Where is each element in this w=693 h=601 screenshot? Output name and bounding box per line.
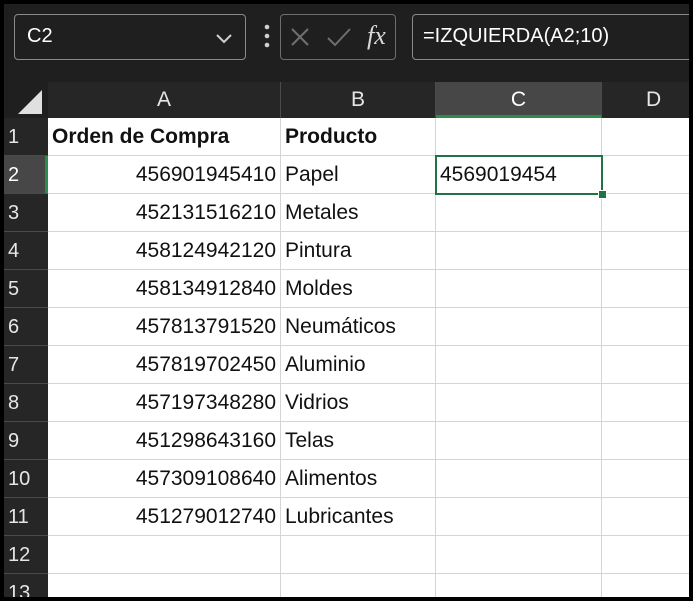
cell-a3[interactable]: 452131516210 — [48, 194, 281, 232]
cell-a10[interactable]: 457309108640 — [48, 460, 281, 498]
row-header-12[interactable]: 12 — [4, 536, 48, 574]
cell-a8[interactable]: 457197348280 — [48, 384, 281, 422]
chevron-down-icon[interactable] — [211, 25, 237, 51]
cell-d1[interactable] — [602, 118, 689, 156]
cell-b13[interactable] — [281, 574, 436, 597]
row-header-7[interactable]: 7 — [4, 346, 48, 384]
cell-b6[interactable]: Neumáticos — [281, 308, 436, 346]
cell-d3[interactable] — [602, 194, 689, 232]
cell-c12[interactable] — [436, 536, 602, 574]
row-header-1[interactable]: 1 — [4, 118, 48, 156]
cell-a6[interactable]: 457813791520 — [48, 308, 281, 346]
cell-b5[interactable]: Moldes — [281, 270, 436, 308]
cell-b8[interactable]: Vidrios — [281, 384, 436, 422]
column-header-c[interactable]: C — [436, 82, 602, 118]
cell-a1[interactable]: Orden de Compra — [48, 118, 281, 156]
column-headers: A B C D — [48, 82, 689, 118]
name-box[interactable]: C2 — [14, 14, 246, 60]
cell-d9[interactable] — [602, 422, 689, 460]
column-header-b[interactable]: B — [281, 82, 436, 118]
cell-d4[interactable] — [602, 232, 689, 270]
row-header-11[interactable]: 11 — [4, 498, 48, 536]
cell-a13[interactable] — [48, 574, 281, 597]
cell-b7[interactable]: Aluminio — [281, 346, 436, 384]
cell-b4[interactable]: Pintura — [281, 232, 436, 270]
row-headers: 1 2 3 4 5 6 7 8 9 10 11 12 13 — [4, 118, 48, 597]
cell-b12[interactable] — [281, 536, 436, 574]
cell-b3[interactable]: Metales — [281, 194, 436, 232]
insert-function-icon[interactable]: fx — [367, 21, 386, 51]
cell-c10[interactable] — [436, 460, 602, 498]
row-header-13[interactable]: 13 — [4, 574, 48, 597]
cell-d2[interactable] — [602, 156, 689, 194]
name-box-value: C2 — [27, 25, 53, 47]
cell-a12[interactable] — [48, 536, 281, 574]
cell-b10[interactable]: Alimentos — [281, 460, 436, 498]
cell-c6[interactable] — [436, 308, 602, 346]
cell-d5[interactable] — [602, 270, 689, 308]
cell-c3[interactable] — [436, 194, 602, 232]
cell-b11[interactable]: Lubricantes — [281, 498, 436, 536]
cell-a11[interactable]: 451279012740 — [48, 498, 281, 536]
cell-b1[interactable]: Producto — [281, 118, 436, 156]
active-cell-outline — [435, 155, 603, 195]
select-all-corner[interactable] — [4, 82, 49, 118]
select-all-triangle-icon — [18, 90, 42, 114]
cell-c13[interactable] — [436, 574, 602, 597]
enter-check-icon[interactable] — [325, 24, 353, 50]
cell-b2[interactable]: Papel — [281, 156, 436, 194]
cell-a5[interactable]: 458134912840 — [48, 270, 281, 308]
cell-c11[interactable] — [436, 498, 602, 536]
cell-d13[interactable] — [602, 574, 689, 597]
column-header-d[interactable]: D — [602, 82, 689, 118]
cell-c8[interactable] — [436, 384, 602, 422]
cell-a7[interactable]: 457819702450 — [48, 346, 281, 384]
cell-a4[interactable]: 458124942120 — [48, 232, 281, 270]
fill-handle[interactable] — [598, 190, 607, 199]
cell-d7[interactable] — [602, 346, 689, 384]
cell-a2[interactable]: 456901945410 — [48, 156, 281, 194]
cell-d8[interactable] — [602, 384, 689, 422]
cancel-icon[interactable] — [287, 24, 313, 50]
row-header-10[interactable]: 10 — [4, 460, 48, 498]
column-header-a[interactable]: A — [48, 82, 281, 118]
formula-bar-area: C2 fx =IZQUIERDA(A2;10) — [4, 4, 689, 82]
row-header-9[interactable]: 9 — [4, 422, 48, 460]
row-header-3[interactable]: 3 — [4, 194, 48, 232]
row-header-8[interactable]: 8 — [4, 384, 48, 422]
row-header-4[interactable]: 4 — [4, 232, 48, 270]
row-header-6[interactable]: 6 — [4, 308, 48, 346]
spreadsheet-window: C2 fx =IZQUIERDA(A2;10) A B C D 1 2 3 4 … — [0, 0, 693, 601]
more-options-icon[interactable] — [260, 16, 274, 56]
cell-grid: Orden de Compra Producto 456901945410 Pa… — [48, 118, 689, 597]
formula-input[interactable]: =IZQUIERDA(A2;10) — [412, 14, 689, 60]
cell-c4[interactable] — [436, 232, 602, 270]
cell-c7[interactable] — [436, 346, 602, 384]
cell-c5[interactable] — [436, 270, 602, 308]
formula-text: =IZQUIERDA(A2;10) — [423, 25, 610, 47]
cell-c1[interactable] — [436, 118, 602, 156]
cell-a9[interactable]: 451298643160 — [48, 422, 281, 460]
row-header-2[interactable]: 2 — [4, 156, 48, 194]
cell-d11[interactable] — [602, 498, 689, 536]
row-header-5[interactable]: 5 — [4, 270, 48, 308]
cell-d12[interactable] — [602, 536, 689, 574]
formula-buttons: fx — [280, 14, 396, 60]
cell-d6[interactable] — [602, 308, 689, 346]
cell-d10[interactable] — [602, 460, 689, 498]
cell-c9[interactable] — [436, 422, 602, 460]
cell-b9[interactable]: Telas — [281, 422, 436, 460]
